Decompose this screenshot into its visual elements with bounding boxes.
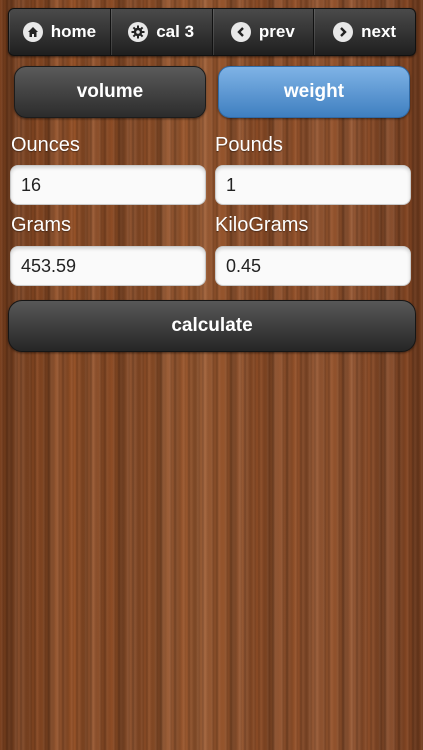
grams-label: Grams [11,214,71,236]
chevron-left-icon [230,22,251,42]
pounds-input[interactable] [215,165,411,205]
ounces-input[interactable] [10,165,206,205]
home-button[interactable]: home [9,9,111,55]
cal3-label: cal 3 [156,22,195,41]
prev-button[interactable]: prev [213,9,315,55]
prev-label: prev [258,22,295,41]
home-icon [22,22,43,42]
next-button[interactable]: next [314,9,415,55]
home-label: home [50,22,97,41]
volume-button[interactable]: volume [14,66,206,118]
kilograms-input[interactable] [215,246,411,286]
pounds-label: Pounds [215,134,283,156]
kilograms-label: KiloGrams [215,214,309,236]
top-nav: home cal 3 prev next [8,8,416,56]
ounces-label: Ounces [11,134,80,156]
chevron-right-icon [333,22,354,42]
gear-icon [128,22,149,42]
grams-input[interactable] [10,246,206,286]
next-label: next [361,22,397,41]
calculate-button[interactable]: calculate [8,300,416,352]
weight-button[interactable]: weight [218,66,410,118]
cal3-button[interactable]: cal 3 [111,9,213,55]
